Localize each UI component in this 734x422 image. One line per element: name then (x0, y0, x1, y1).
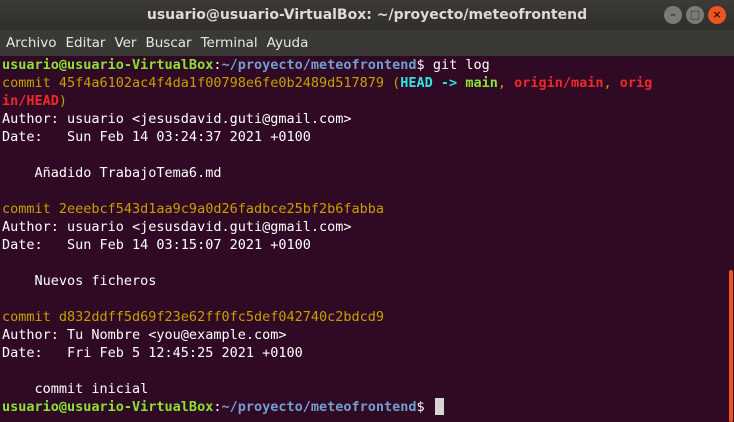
window-controls: – □ × (664, 6, 726, 24)
commit-hash-line: commit 2eeebcf543d1aa9c9a0d26fadbce25bf2… (2, 200, 726, 218)
commit-date: Date: Sun Feb 14 03:24:37 2021 +0100 (2, 129, 311, 145)
ref-head: HEAD -> (400, 75, 466, 91)
commit-message: commit inicial (2, 381, 149, 397)
ref-origin-main: origin/main (514, 75, 604, 91)
window-title: usuario@usuario-VirtualBox: ~/proyecto/m… (146, 7, 588, 23)
menu-ayuda[interactable]: Ayuda (261, 30, 312, 56)
commit-hash: commit d832ddff5d69f23e62ff0fc5def042740… (2, 309, 385, 325)
scrollbar[interactable] (726, 56, 734, 422)
ref-branch: main (465, 75, 498, 91)
commit-hash-line: commit d832ddff5d69f23e62ff0fc5def042740… (2, 308, 726, 326)
menu-terminal[interactable]: Terminal (195, 30, 261, 56)
command-text: git log (432, 57, 490, 73)
prompt-line: usuario@usuario-VirtualBox:~/proyecto/me… (2, 398, 726, 416)
menu-archivo[interactable]: Archivo (0, 30, 59, 56)
commit-author: Author: Tu Nombre <you@example.com> (2, 327, 287, 343)
commit-author: Author: usuario <jesusdavid.guti@gmail.c… (2, 111, 352, 127)
close-button[interactable]: × (708, 6, 726, 24)
commit-message: Nuevos ficheros (2, 273, 157, 289)
ref-open: ( (384, 75, 401, 91)
text-cursor (434, 398, 444, 415)
ref-origin-head-wrap: in/HEAD (2, 93, 59, 109)
ref-origin-head: orig (619, 75, 653, 91)
prompt-line: usuario@usuario-VirtualBox:~/proyecto/me… (2, 56, 726, 74)
commit-author: Author: usuario <jesusdavid.guti@gmail.c… (2, 219, 352, 235)
prompt-user-host: usuario@usuario-VirtualBox (2, 399, 214, 415)
commit-date: Date: Sun Feb 14 03:15:07 2021 +0100 (2, 237, 311, 253)
prompt-user-host: usuario@usuario-VirtualBox (2, 57, 214, 73)
menu-ver[interactable]: Ver (108, 30, 139, 56)
minimize-button[interactable]: – (664, 6, 682, 24)
prompt-symbol: $ (416, 57, 433, 73)
ref-sep: , (497, 75, 515, 91)
prompt-symbol: $ (416, 399, 433, 415)
commit-hash-line-wrap: in/HEAD) (2, 92, 726, 110)
title-bar[interactable]: usuario@usuario-VirtualBox: ~/proyecto/m… (0, 0, 734, 30)
prompt-path: ~/proyecto/meteofrontend (221, 57, 417, 73)
ref-close: ) (58, 93, 68, 109)
ref-sep: , (603, 75, 620, 91)
terminal-output[interactable]: usuario@usuario-VirtualBox:~/proyecto/me… (0, 56, 726, 422)
menu-buscar[interactable]: Buscar (139, 30, 194, 56)
terminal-window: usuario@usuario-VirtualBox: ~/proyecto/m… (0, 0, 734, 422)
commit-date: Date: Fri Feb 5 12:45:25 2021 +0100 (2, 345, 303, 361)
menu-editar[interactable]: Editar (59, 30, 108, 56)
commit-hash-line: commit 45f4a6102ac4f4da1f00798e6fe0b2489… (2, 74, 726, 92)
prompt-path: ~/proyecto/meteofrontend (221, 399, 417, 415)
menu-bar: Archivo Editar Ver Buscar Terminal Ayuda (0, 30, 734, 56)
commit-hash: commit 2eeebcf543d1aa9c9a0d26fadbce25bf2… (2, 201, 385, 217)
maximize-button[interactable]: □ (686, 6, 704, 24)
commit-message: Añadido TrabajoTema6.md (2, 165, 222, 181)
scrollbar-thumb[interactable] (729, 270, 733, 422)
commit-hash: commit 45f4a6102ac4f4da1f00798e6fe0b2489… (2, 75, 385, 91)
